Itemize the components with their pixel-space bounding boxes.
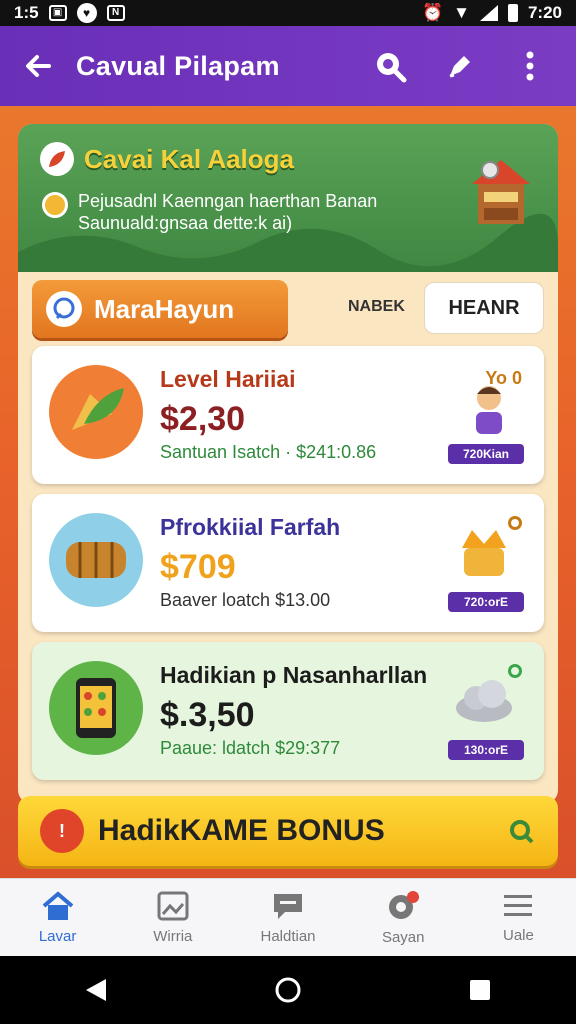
card-title: Pfrokkiial Farfah <box>160 514 341 540</box>
pen-icon <box>449 56 470 78</box>
search-icon <box>377 53 407 83</box>
chat-icon <box>46 291 82 327</box>
bonus-label: HadikKAME BONUS <box>98 814 385 847</box>
app-title: Cavual Pilapam <box>76 50 280 81</box>
chat-bubble-icon <box>274 894 302 919</box>
card-subtitle: Paaue: ldatch $29:377 <box>160 738 341 758</box>
card-price: $709 <box>160 548 236 586</box>
nav-label: Wirria <box>153 928 193 945</box>
nav-item-lavar[interactable]: Lavar <box>0 879 115 956</box>
nav-label: Uale <box>502 927 534 944</box>
tab-nabek[interactable]: NABEK <box>348 298 405 316</box>
coin-icon <box>42 192 68 218</box>
tab-marahayun[interactable]: MaraHayun <box>32 280 288 338</box>
refresh-icon <box>494 804 548 858</box>
banner-subtitle-line2: Saunuald:gnsaa dette:k ai) <box>78 213 293 233</box>
bonus-button[interactable]: ! HadikKAME BONUS <box>18 796 558 866</box>
card-subtitle: Baaver loatch $13.00 <box>160 590 331 610</box>
more-options-button[interactable] <box>498 34 562 98</box>
tabs-row: MaraHayun NABEK HEANR <box>32 280 544 338</box>
mail-icon: N <box>106 5 125 21</box>
bell-leaf-icon <box>49 365 143 459</box>
offer-card[interactable]: Level Hariiai $2,30 Santuan Isatch · $24… <box>32 346 544 484</box>
search-button[interactable] <box>358 34 422 98</box>
tab-label-active: MaraHayun <box>94 293 235 324</box>
nav-item-wirria[interactable]: Wirria <box>115 879 230 956</box>
settings-icon <box>389 891 420 919</box>
menu-icon <box>504 895 533 916</box>
card-badge: 720:orE <box>448 592 524 612</box>
nav-label: Haldtian <box>260 928 316 945</box>
triangle-back-icon <box>86 979 106 1001</box>
crown-basket-icon <box>462 530 506 576</box>
image-icon <box>157 891 189 921</box>
app-notification-icon: ♥ <box>76 3 97 23</box>
edit-button[interactable] <box>428 34 492 98</box>
offer-card[interactable]: Pfrokkiial Farfah $709 Baaver loatch $13… <box>32 494 544 632</box>
shop-stall-icon <box>472 160 530 224</box>
back-button[interactable] <box>0 26 76 106</box>
bottom-navigation: Lavar Wirria Haldtian Sayan Uale <box>0 878 576 956</box>
offer-card[interactable]: Hadikian p Nasanharllan $.3,50 Paaue: ld… <box>32 642 544 780</box>
card-price: $2,30 <box>160 400 246 438</box>
hero-banner: Cavai Kal Aaloga Pejusadnl Kaenngan haer… <box>18 124 558 272</box>
system-home-button[interactable] <box>248 960 328 1020</box>
more-vert-icon <box>526 51 534 81</box>
wifi-icon: ▼ <box>453 3 470 22</box>
tag-icon: ! <box>40 809 84 853</box>
card-subtitle: Santuan Isatch · $241:0.86 <box>160 442 377 462</box>
nav-label: Sayan <box>381 929 425 946</box>
arrow-left-icon <box>26 55 51 77</box>
phone-icon <box>49 661 143 755</box>
app-bar: Cavual Pilapam <box>0 26 576 106</box>
circle-home-icon <box>275 977 301 1003</box>
nav-item-haldtian[interactable]: Haldtian <box>230 879 345 956</box>
battery-icon <box>507 4 518 22</box>
status-time-right: 7:20 <box>527 3 562 22</box>
system-back-button[interactable] <box>56 960 136 1020</box>
character-icon <box>476 386 502 434</box>
card-title: Level Hariiai <box>160 366 296 392</box>
heanr-button[interactable]: HEANR <box>424 282 544 334</box>
card-badge: 130:orE <box>448 740 524 760</box>
banner-subtitle-line1: Pejusadnl Kaenngan haerthan Banan <box>78 191 378 211</box>
nav-label: Lavar <box>38 928 77 945</box>
system-navigation-bar <box>0 956 576 1024</box>
banner-title: Cavai Kal Aaloga <box>84 143 295 174</box>
card-title: Hadikian p Nasanharllan <box>160 662 428 688</box>
card-badge: 720Kian <box>448 444 524 464</box>
cloud-icon <box>456 680 512 722</box>
barrel-icon <box>49 513 143 607</box>
status-time-left: 1:5 <box>14 3 39 22</box>
alarm-icon: ⏰ <box>421 3 444 22</box>
notification-icon: ▣ <box>48 5 67 21</box>
card-price: $.3,50 <box>160 696 255 734</box>
nav-item-sayan[interactable]: Sayan <box>346 879 461 956</box>
system-recents-button[interactable] <box>440 960 520 1020</box>
leaf-icon <box>40 142 74 176</box>
signal-icon <box>479 5 498 21</box>
nav-item-uale[interactable]: Uale <box>461 879 576 956</box>
home-icon <box>42 891 73 920</box>
status-bar: 1:5 ▣ ♥ N ⏰ ▼ 7:20 <box>0 0 576 26</box>
square-recents-icon <box>470 980 490 1000</box>
